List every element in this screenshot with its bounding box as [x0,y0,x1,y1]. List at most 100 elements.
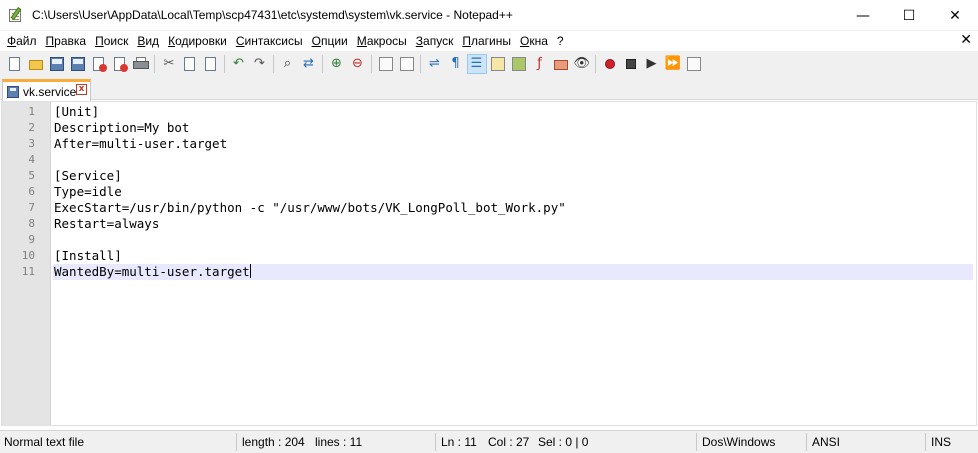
cut-icon[interactable]: ✂ [160,55,178,73]
line-number: 11 [21,265,35,278]
code-line[interactable] [53,232,973,248]
status-selection: Sel : 0 | 0 [538,435,589,449]
find-icon[interactable]: ⌕ [279,55,297,73]
line-number: 1 [28,105,35,118]
tab-vk-service[interactable]: vk.service x [2,79,91,101]
toolbar-separator [420,54,421,73]
menu-help[interactable]: ? [554,31,570,51]
saved-file-icon [7,85,19,98]
menu-search[interactable]: Поиск [92,31,134,51]
code-line[interactable]: Type=idle [53,184,973,200]
line-number: 4 [28,153,35,166]
monitoring-icon[interactable]: 👁 [573,55,591,73]
code-line[interactable]: Description=My bot [53,120,973,136]
line-number: 3 [28,137,35,150]
save-all-icon[interactable] [69,55,87,73]
status-separator [236,433,237,451]
function-list-icon[interactable]: ƒ [531,55,549,73]
stop-recording-icon[interactable] [622,55,640,73]
menu-view[interactable]: Вид [134,31,165,51]
zoom-out-icon[interactable]: ⊖ [349,55,367,73]
close-document-icon[interactable]: ✕ [960,32,972,48]
line-number: 6 [28,185,35,198]
status-column: Col : 27 [488,435,530,449]
status-bar: Normal text file length : 204 lines : 11… [0,430,978,453]
status-separator [435,433,436,451]
close-all-icon[interactable] [111,55,129,73]
menu-file[interactable]: Файл [4,31,43,51]
menu-edit[interactable]: Правка [43,31,93,51]
menu-settings[interactable]: Опции [309,31,354,51]
save-icon[interactable] [48,55,66,73]
text-caret [249,264,251,278]
status-eol-format[interactable]: Dos\Windows [698,431,775,453]
code-line[interactable]: [Unit] [53,104,973,120]
window-title: C:\Users\User\AppData\Local\Temp\scp4743… [32,8,513,22]
new-file-icon[interactable] [6,55,24,73]
redo-icon[interactable]: ↷ [251,55,269,73]
menu-encoding[interactable]: Кодировки [165,31,233,51]
tab-close-icon[interactable]: x [76,84,87,95]
toolbar-separator [154,54,155,73]
code-line[interactable]: Restart=always [53,216,973,232]
code-line-text: WantedBy=multi-user.target [54,264,250,279]
window-controls: — ☐ ✕ [840,0,978,31]
status-insert-mode: INS [931,435,952,449]
status-encoding[interactable]: ANSI [808,431,840,453]
code-line[interactable]: [Install] [53,248,973,264]
line-number: 8 [28,217,35,230]
record-macro-icon[interactable] [601,55,619,73]
maximize-button[interactable]: ☐ [886,0,932,31]
status-length: length : 204 [242,435,305,449]
open-file-icon[interactable] [27,55,45,73]
toolbar: ✂ ↶ ↷ ⌕ ⇄ ⊕ ⊖ ⇌ ¶ ☰ ƒ 👁 ▶ ⏩ [0,51,978,76]
minimize-button[interactable]: — [840,0,886,31]
code-line[interactable] [53,152,973,168]
menu-plugins[interactable]: Плагины [459,31,517,51]
copy-icon[interactable] [181,55,199,73]
word-wrap-icon[interactable]: ⇌ [426,55,444,73]
menu-bar: Файл Правка Поиск Вид Кодировки Синтакси… [0,31,978,51]
user-defined-language-icon[interactable] [489,55,507,73]
folder-as-workspace-icon[interactable] [552,55,570,73]
code-line[interactable]: ExecStart=/usr/bin/python -c "/usr/www/b… [53,200,973,216]
run-macro-multiple-icon[interactable]: ⏩ [664,55,682,73]
menu-run[interactable]: Запуск [413,31,460,51]
sync-horizontal-icon[interactable] [398,55,416,73]
menu-macro[interactable]: Макросы [354,31,413,51]
zoom-in-icon[interactable]: ⊕ [328,55,346,73]
replace-icon[interactable]: ⇄ [300,55,318,73]
status-separator [925,433,926,451]
status-lines: lines : 11 [315,435,363,449]
toolbar-separator [273,54,274,73]
line-number: 5 [28,169,35,182]
status-separator [806,433,807,451]
tab-bar: vk.service x [0,76,978,101]
show-all-characters-icon[interactable]: ¶ [447,55,465,73]
sync-vertical-icon[interactable] [377,55,395,73]
menu-language[interactable]: Синтаксисы [233,31,309,51]
text-editor[interactable]: 1 2 3 4 5 6 7 8 9 10 11 [Unit] Descripti… [1,101,977,426]
undo-icon[interactable]: ↶ [230,55,248,73]
line-number: 2 [28,121,35,134]
current-code-line[interactable]: WantedBy=multi-user.target [53,264,973,280]
status-file-type: Normal text file [4,435,85,449]
code-line[interactable]: [Service] [53,168,973,184]
document-map-icon[interactable] [510,55,528,73]
tab-label: vk.service [23,84,77,99]
status-separator [696,433,697,451]
menu-window[interactable]: Окна [517,31,554,51]
status-line-number: Ln : 11 [441,435,477,449]
paste-icon[interactable] [202,55,220,73]
playback-macro-icon[interactable]: ▶ [643,55,661,73]
close-file-icon[interactable] [90,55,108,73]
notepad-plus-plus-icon [8,7,24,23]
save-macro-icon[interactable] [685,55,703,73]
toolbar-separator [322,54,323,73]
indent-guide-icon[interactable]: ☰ [466,53,487,74]
print-icon[interactable] [132,55,150,73]
code-line[interactable]: After=multi-user.target [53,136,973,152]
line-number-gutter: 1 2 3 4 5 6 7 8 9 10 11 [2,102,51,425]
close-button[interactable]: ✕ [932,0,978,31]
title-bar: C:\Users\User\AppData\Local\Temp\scp4743… [0,0,978,31]
